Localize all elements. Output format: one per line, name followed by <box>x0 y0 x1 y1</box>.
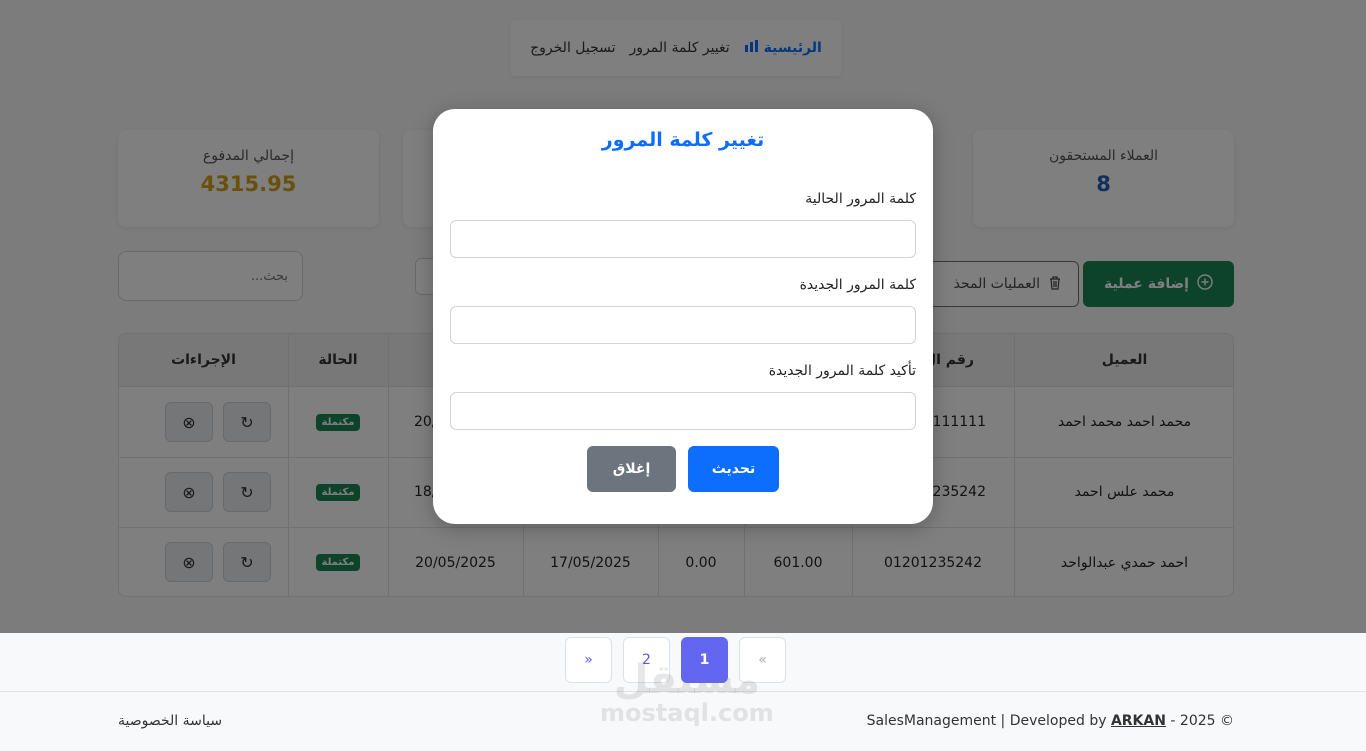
change-password-modal: تغيير كلمة المرور كلمة المرور الحالية كل… <box>433 109 933 524</box>
new-password-input[interactable] <box>450 306 916 344</box>
watermark-arabic: مستقل <box>613 657 760 703</box>
watermark-latin: mostaql.com <box>600 699 774 727</box>
current-password-input[interactable] <box>450 220 916 258</box>
page: الرئيسية تغيير كلمة المرور تسجيل الخروج … <box>0 0 1366 751</box>
copyright-text: SalesManagement | Developed by ARKAN - 2… <box>867 713 1234 729</box>
confirm-password-input[interactable] <box>450 392 916 430</box>
developer-link[interactable]: ARKAN <box>1111 713 1166 729</box>
copyright-pre: SalesManagement | Developed by <box>866 713 1107 729</box>
confirm-password-label: تأكيد كلمة المرور الجديدة <box>768 363 916 379</box>
modal-title: تغيير كلمة المرور <box>601 129 765 151</box>
watermark: مستقل mostaql.com <box>600 660 774 726</box>
privacy-policy-link[interactable]: سياسة الخصوصية <box>118 713 222 729</box>
current-password-label: كلمة المرور الحالية <box>805 191 916 207</box>
new-password-label: كلمة المرور الجديدة <box>799 277 916 293</box>
close-button[interactable]: إغلاق <box>587 446 676 492</box>
copyright-post: - 2025 © <box>1170 713 1234 729</box>
update-button[interactable]: تحديث <box>688 446 779 492</box>
